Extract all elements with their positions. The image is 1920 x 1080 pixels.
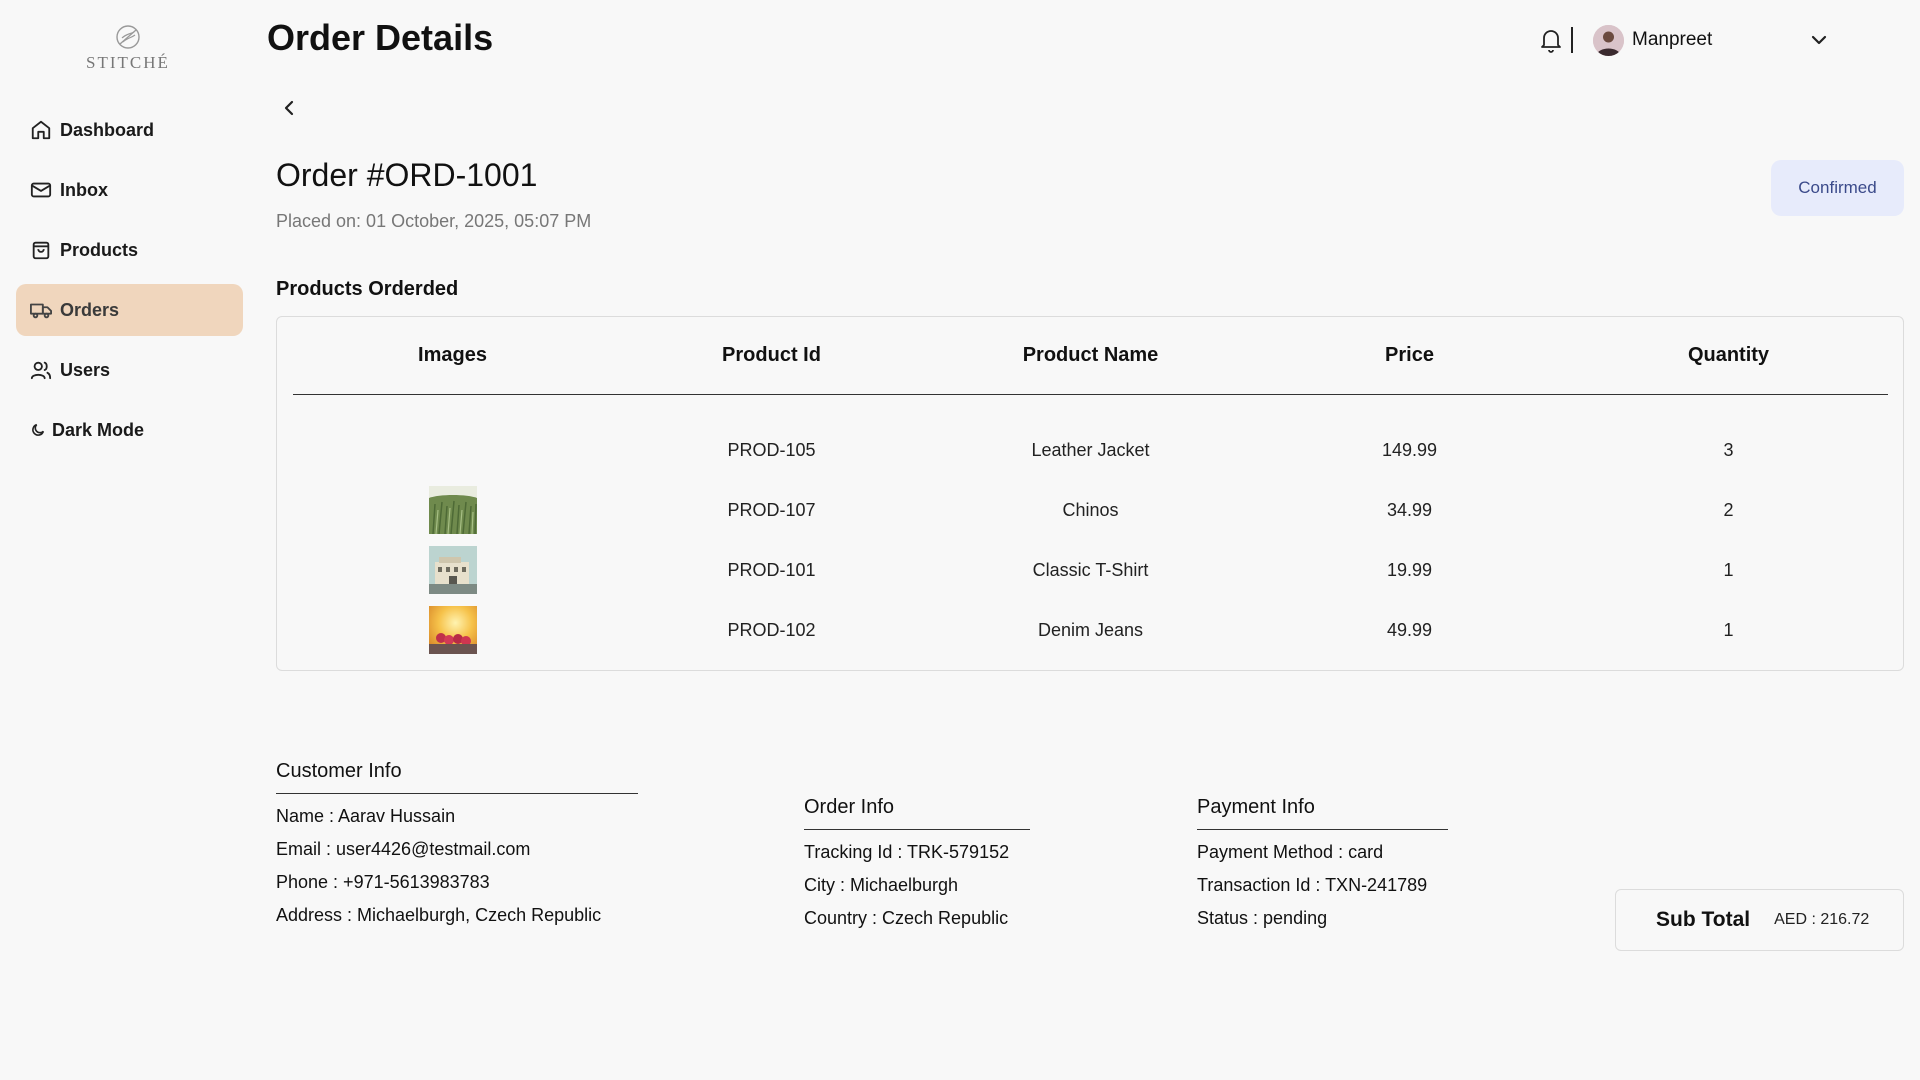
chevron-down-icon[interactable] xyxy=(1810,33,1828,51)
shopping-bag-icon xyxy=(29,238,53,262)
sidebar-item-orders[interactable]: Orders xyxy=(16,284,243,336)
brand-name: STITCHÉ xyxy=(86,53,170,72)
payment-info-title: Payment Info xyxy=(1197,796,1448,830)
sidebar-item-dashboard[interactable]: Dashboard xyxy=(16,104,243,156)
product-id: PROD-107 xyxy=(727,499,816,520)
table-row: PROD-107 Chinos 34.99 2 xyxy=(293,485,1888,535)
customer-info-title: Customer Info xyxy=(276,760,638,794)
avatar[interactable] xyxy=(1593,25,1624,56)
payment-info-section: Payment Info Payment Method : card Trans… xyxy=(1197,796,1448,929)
sidebar-item-users[interactable]: Users xyxy=(16,344,243,396)
sidebar-item-label: Dark Mode xyxy=(52,419,145,440)
product-price: 49.99 xyxy=(1386,619,1433,640)
product-price: 149.99 xyxy=(1381,439,1438,460)
product-image-cell xyxy=(293,425,612,475)
order-placed-date: Placed on: 01 October, 2025, 05:07 PM xyxy=(276,211,592,231)
sidebar-item-label: Users xyxy=(60,359,111,380)
payment-status: Status : pending xyxy=(1197,908,1328,928)
products-section-title: Products Orderded xyxy=(276,278,459,300)
customer-address: Address : Michaelburgh, Czech Republic xyxy=(276,905,602,925)
product-name: Denim Jeans xyxy=(1037,619,1144,640)
home-icon xyxy=(29,118,53,142)
sidebar-item-products[interactable]: Products xyxy=(16,224,243,276)
product-name: Leather Jacket xyxy=(1031,439,1150,460)
product-thumbnail-berries xyxy=(428,606,477,654)
order-title: Order #ORD-1001 xyxy=(276,157,538,193)
sidebar-item-label: Orders xyxy=(60,299,120,320)
needle-thread-icon xyxy=(116,25,140,49)
users-icon xyxy=(29,358,53,382)
payment-method: Payment Method : card xyxy=(1197,842,1384,862)
bell-icon[interactable] xyxy=(1539,27,1563,58)
status-badge: Confirmed xyxy=(1771,160,1904,216)
product-image-cell xyxy=(293,605,612,655)
order-info-title: Order Info xyxy=(804,796,1030,830)
transaction-id: Transaction Id : TXN-241789 xyxy=(1197,875,1428,895)
brand-logo[interactable]: STITCHÉ xyxy=(84,24,172,73)
product-quantity: 3 xyxy=(1723,439,1734,460)
column-header-product-name: Product Name xyxy=(1022,344,1159,366)
column-header-quantity: Quantity xyxy=(1687,344,1770,366)
mail-icon xyxy=(29,178,53,202)
truck-icon xyxy=(29,298,53,322)
moon-icon xyxy=(29,418,46,442)
dark-mode-toggle[interactable]: Dark Mode xyxy=(16,404,243,456)
tracking-id: Tracking Id : TRK-579152 xyxy=(804,842,1010,862)
product-image-cell xyxy=(293,545,612,595)
product-price: 34.99 xyxy=(1386,499,1433,520)
sidebar-item-label: Inbox xyxy=(60,179,108,200)
table-row: PROD-105 Leather Jacket 149.99 3 xyxy=(293,425,1888,475)
product-image-cell xyxy=(293,485,612,535)
sidebar: STITCHÉ Dashboard Inbox Products Orders … xyxy=(0,0,258,1080)
order-city: City : Michaelburgh xyxy=(804,875,959,895)
product-quantity: 1 xyxy=(1723,559,1734,580)
product-thumbnail-building xyxy=(428,546,477,594)
customer-name: Name : Aarav Hussain xyxy=(276,806,456,826)
subtotal-label: Sub Total xyxy=(1656,908,1751,931)
column-header-images: Images xyxy=(418,344,487,366)
product-id: PROD-102 xyxy=(727,619,816,640)
product-name: Classic T-Shirt xyxy=(1032,559,1149,580)
page-title: Order Details xyxy=(267,17,494,58)
product-id: PROD-101 xyxy=(727,559,816,580)
table-header: Images Product Id Product Name Price Qua… xyxy=(293,317,1888,395)
product-price: 19.99 xyxy=(1386,559,1433,580)
column-header-price: Price xyxy=(1385,344,1434,366)
subtotal-value: AED : 216.72 xyxy=(1774,911,1870,928)
order-country: Country : Czech Republic xyxy=(804,908,1009,928)
order-info-section: Order Info Tracking Id : TRK-579152 City… xyxy=(804,796,1030,929)
product-quantity: 2 xyxy=(1723,499,1734,520)
product-thumbnail-grass xyxy=(428,486,477,534)
user-name[interactable]: Manpreet xyxy=(1632,29,1712,51)
customer-phone: Phone : +971-5613983783 xyxy=(276,872,490,892)
product-id: PROD-105 xyxy=(727,439,816,460)
subtotal-box: Sub Total AED : 216.72 xyxy=(1615,889,1904,951)
header-divider xyxy=(1571,27,1573,53)
customer-info-section: Customer Info Name : Aarav Hussain Email… xyxy=(276,760,638,926)
table-row: PROD-102 Denim Jeans 49.99 1 xyxy=(293,605,1888,655)
products-table: Images Product Id Product Name Price Qua… xyxy=(276,316,1904,671)
product-name: Chinos xyxy=(1062,499,1119,520)
sidebar-item-label: Products xyxy=(60,239,139,260)
back-arrow-icon[interactable] xyxy=(280,98,298,118)
table-row: PROD-101 Classic T-Shirt 19.99 1 xyxy=(293,545,1888,595)
product-quantity: 1 xyxy=(1723,619,1734,640)
column-header-product-id: Product Id xyxy=(722,344,821,366)
sidebar-item-label: Dashboard xyxy=(60,119,155,140)
sidebar-item-inbox[interactable]: Inbox xyxy=(16,164,243,216)
customer-email: Email : user4426@testmail.com xyxy=(276,839,531,859)
